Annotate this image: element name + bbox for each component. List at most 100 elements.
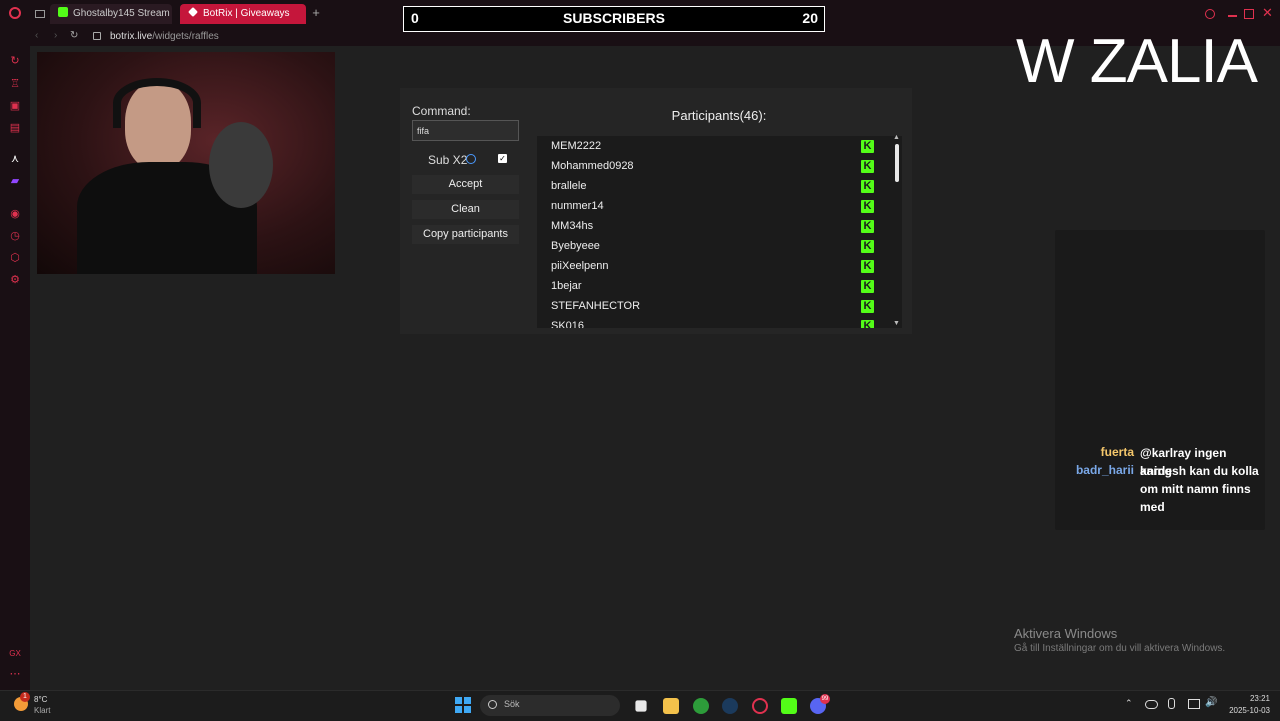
url-domain: botrix.live [110,31,153,42]
weather-temp: 8°C [34,695,48,704]
command-input[interactable] [412,120,519,141]
back-icon[interactable]: ‹ [35,30,38,41]
settings-icon[interactable]: ⚙ [9,274,21,286]
weather-badge: 1 [20,692,30,702]
reload-icon[interactable]: ↻ [70,30,78,41]
subscriber-goal-bar: 0 SUBSCRIBERS 20 [403,6,825,32]
twitch-icon[interactable]: ▰ [9,175,21,187]
participant-row: Byebyeee [551,240,600,252]
discord-badge: 99 [820,694,830,704]
tray-chevron-icon[interactable]: ⌃ [1125,698,1133,709]
kick-badge-icon [861,200,874,213]
participant-row: brallele [551,180,587,192]
gx-icon[interactable]: GX [9,648,21,660]
kick-badge-icon [861,260,874,273]
activation-title: Aktivera Windows [1014,626,1118,641]
url-path: /widgets/raffles [152,31,219,42]
tab-stream[interactable]: Ghostalby145 Stream - W [50,4,172,24]
start-button[interactable] [455,697,471,713]
microphone-icon[interactable] [1168,698,1175,709]
overlay-big-text: W ZALIA [1016,27,1258,96]
kick-badge-icon [861,140,874,153]
history-icon[interactable]: ◷ [9,230,21,242]
search-icon[interactable] [1205,9,1215,19]
forward-icon[interactable]: › [54,30,57,41]
more-icon[interactable]: ⋯ [9,668,21,680]
file-explorer-icon[interactable] [663,698,679,714]
kick-badge-icon [861,320,874,328]
clean-button[interactable]: Clean [412,200,519,219]
scroll-down-icon[interactable]: ▼ [893,320,900,327]
taskbar-search[interactable]: Sök [480,695,620,716]
volume-icon[interactable]: 🔊 [1205,697,1217,708]
kick-sidebar-icon[interactable]: ⋏ [9,153,21,165]
tab-label: BotRix | Giveaways [203,8,290,19]
chat-username: fuerta [1100,445,1134,459]
fan-object [209,122,273,208]
botrix-icon [188,7,198,17]
info-icon[interactable] [466,154,476,164]
display-icon[interactable] [1188,699,1200,709]
refresh-icon[interactable]: ↻ [9,55,21,67]
chat-username: badr_harii [1075,463,1134,477]
participant-row: MM34hs [551,220,594,232]
kick-badge-icon [861,240,874,253]
steam-icon[interactable] [722,698,738,714]
kick-badge-icon [861,300,874,313]
participant-row: 1bejar [551,280,582,292]
sub-goal: 20 [802,10,818,26]
task-view-icon[interactable] [635,700,647,712]
clock-time[interactable]: 23:21 [1238,694,1270,703]
kick-badge-icon [861,160,874,173]
kick-badge-icon [861,280,874,293]
lock-icon [93,32,101,40]
maximize-icon[interactable] [1244,9,1254,19]
sub-multiplier-label: Sub X2 [428,153,468,167]
minimize-icon[interactable] [1228,15,1237,17]
opera-logo-icon[interactable] [9,7,21,19]
participant-row: piiXeelpenn [551,260,609,272]
url-field[interactable]: botrix.live/widgets/raffles [110,31,219,42]
kick-app-icon[interactable] [781,698,797,714]
extensions-icon[interactable]: ⬡ [9,252,21,264]
search-placeholder: Sök [504,699,520,709]
participants-title: Participants(46): [671,108,767,123]
activation-subtitle: Gå till Inställningar om du vill aktiver… [1014,643,1226,654]
messenger-icon[interactable]: ▣ [9,100,21,112]
chat-message: kardesh kan du kolla om mitt namn finns … [1140,464,1259,514]
xbox-icon[interactable] [693,698,709,714]
accept-button[interactable]: Accept [412,175,519,194]
sub-title: SUBSCRIBERS [563,10,665,26]
aria-icon[interactable]: ♖ [9,78,21,90]
participant-row: MEM2222 [551,140,602,152]
tab-manager-icon[interactable] [35,10,45,18]
tab-label: Ghostalby145 Stream - W [73,8,172,19]
sub-multiplier-checkbox[interactable]: ✓ [498,154,507,163]
browser-sidebar: ↻ ♖ ▣ ▤ ⋏ ▰ ◉ ◷ ⬡ ⚙ GX ⋯ [0,28,30,690]
onedrive-icon[interactable] [1145,700,1158,709]
clock-date[interactable]: 2025-10-03 [1222,706,1270,715]
kick-badge-icon [861,180,874,193]
participant-row: Mohammed0928 [551,160,634,172]
command-label: Command: [412,104,471,118]
webcam-feed [37,52,335,274]
kick-badge-icon [861,220,874,233]
whatsapp-icon[interactable]: ▤ [9,122,21,134]
new-tab-button[interactable]: + [310,6,322,20]
participant-row: nummer14 [551,200,604,212]
taskbar: 1 8°C Klart Sök 99 ⌃ 🔊 23:21 2025-10-03 [0,690,1280,721]
participant-row: STEFANHECTOR [551,300,641,312]
kick-icon [58,7,68,17]
weather-desc: Klart [34,706,51,715]
copy-participants-button[interactable]: Copy participants [412,225,519,244]
participant-row: SK016 [551,320,585,328]
close-icon[interactable]: ✕ [1262,6,1273,20]
headphones-icon [113,78,201,128]
scroll-up-icon[interactable]: ▲ [893,134,900,141]
participants-list[interactable]: MEM2222 Mohammed0928 brallele nummer14 MM34h… [537,136,902,328]
player-icon[interactable]: ◉ [9,208,21,220]
opera-gx-icon[interactable] [752,698,768,714]
list-scrollbar[interactable] [895,144,899,182]
tab-botrix[interactable]: BotRix | Giveaways [180,4,306,24]
search-icon [488,700,497,709]
